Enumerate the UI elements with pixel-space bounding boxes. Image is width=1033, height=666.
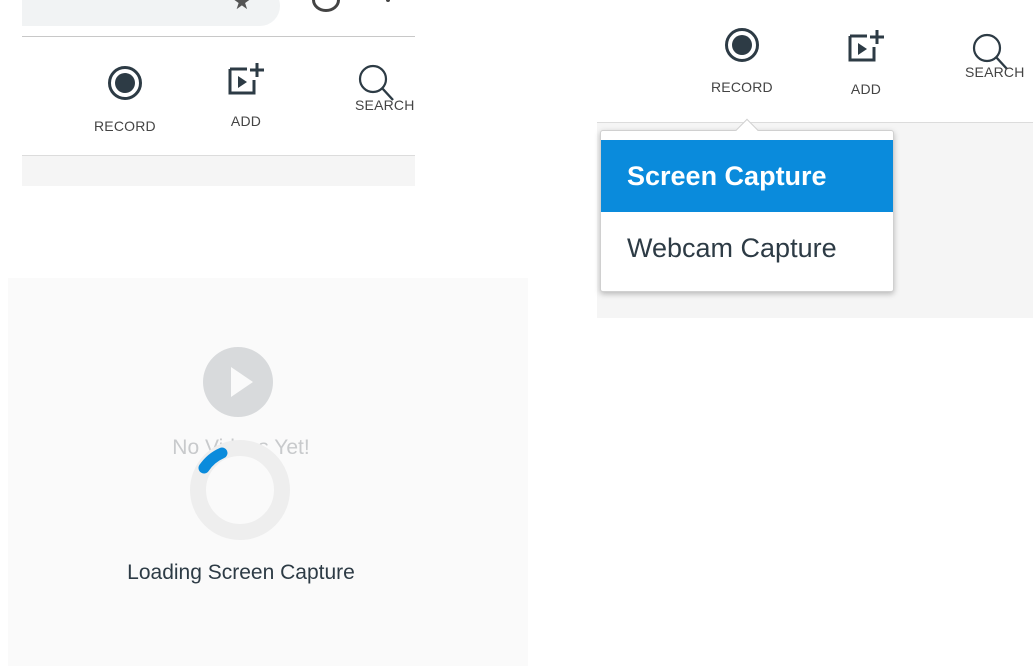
search-label: SEARCH (965, 64, 1025, 80)
loading-crop-panel: No Videos Yet! Loading Screen Capture (8, 278, 528, 666)
menu-item-screen-capture[interactable]: Screen Capture (601, 140, 893, 212)
add-media-icon (848, 30, 884, 62)
record-button[interactable]: RECORD (94, 66, 156, 134)
add-button[interactable]: ADD (847, 27, 885, 97)
browser-chrome: ★ (22, 0, 415, 36)
add-button[interactable]: ADD (227, 60, 265, 129)
media-toolbar: RECORD ADD SEARCH (597, 0, 1033, 122)
add-label: ADD (230, 113, 262, 129)
play-icon (203, 347, 273, 417)
record-label: RECORD (94, 118, 156, 134)
record-icon (724, 28, 759, 62)
loading-message: Loading Screen Capture (127, 561, 355, 584)
record-label: RECORD (711, 79, 773, 95)
record-icon (107, 66, 142, 100)
add-media-icon (228, 63, 264, 95)
profile-icon[interactable] (312, 0, 340, 12)
star-icon[interactable]: ★ (232, 0, 252, 13)
media-toolbar: RECORD ADD SEARCH (22, 37, 415, 155)
search-button[interactable]: SEARCH (957, 32, 1025, 80)
search-label: SEARCH (355, 97, 415, 113)
record-dropdown-menu: Screen Capture Webcam Capture (600, 118, 894, 292)
record-button[interactable]: RECORD (711, 28, 773, 95)
loading-spinner-icon (190, 440, 290, 540)
kebab-menu-icon[interactable] (386, 0, 390, 8)
menu-item-webcam-capture[interactable]: Webcam Capture (601, 212, 893, 284)
toolbar-crop-panel: ★ RECORD ADD SEARCH (22, 0, 415, 186)
dropdown-crop-panel: RECORD ADD SEARCH Screen Capture Webcam … (597, 0, 1033, 318)
add-label: ADD (850, 81, 882, 97)
search-button[interactable]: SEARCH (339, 63, 415, 113)
content-area (22, 155, 415, 186)
